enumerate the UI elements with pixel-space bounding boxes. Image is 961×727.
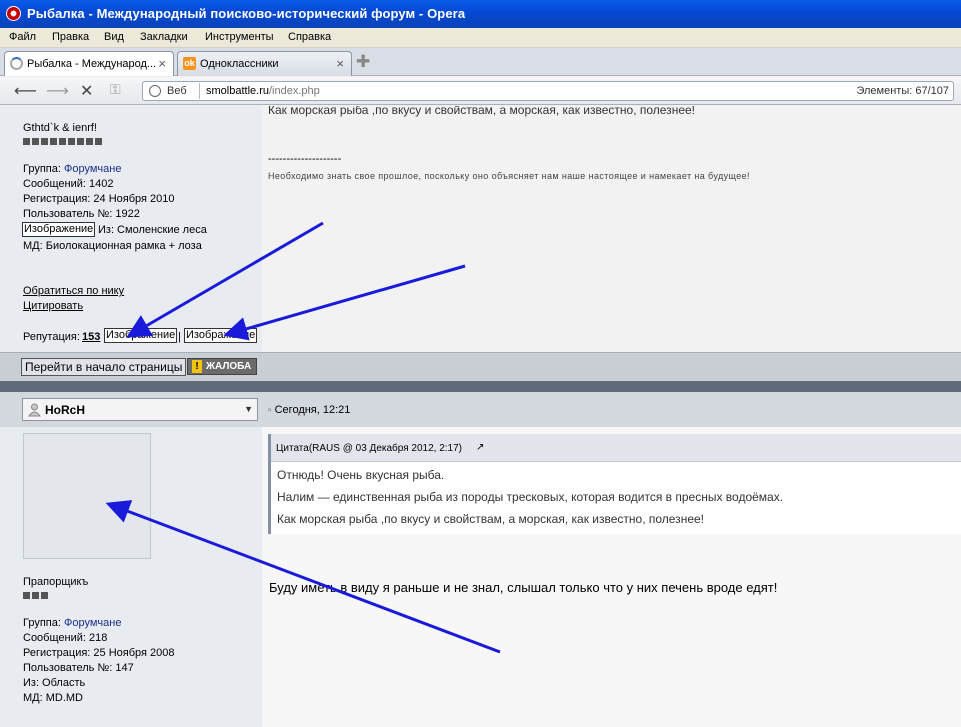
quote-jump-icon[interactable]: ↗ (476, 442, 484, 453)
group-label: Группа: (23, 617, 61, 629)
url-path: /index.php (268, 85, 320, 97)
tab-bar: Рыбалка - Международ... × ok Одноклассни… (0, 48, 961, 76)
username: HoRcH (45, 403, 86, 417)
key-icon[interactable]: ⚿ (110, 81, 121, 98)
menu-tools[interactable]: Инструменты (205, 31, 274, 43)
menu-help[interactable]: Справка (288, 31, 331, 43)
document-icon: ▫ (268, 405, 272, 416)
opera-logo-icon (6, 6, 21, 21)
quote-line: Отнюдь! Очень вкусная рыба. (277, 468, 445, 482)
post2-text: Буду иметь в виду я раньше и не знал, сл… (269, 580, 778, 595)
post1-signature: Необходимо знать свое прошлое, поскольку… (268, 171, 750, 181)
post1-body (262, 106, 961, 352)
scheme-label: Веб (167, 85, 187, 97)
user2-rank: Прапорщикъ (23, 576, 89, 588)
globe-icon (149, 85, 161, 97)
window-titlebar: Рыбалка - Международный поисково-историч… (0, 0, 961, 28)
tab-fishing[interactable]: Рыбалка - Международ... × (4, 51, 174, 76)
user2-rank-pips (23, 592, 48, 599)
quote-header: Цитата(RAUS @ 03 Декабря 2012, 2:17) ↗ (271, 434, 961, 462)
quote-body: Отнюдь! Очень вкусная рыба. Налим — един… (271, 462, 961, 534)
complain-button[interactable]: ! ЖАЛОБА (187, 358, 257, 375)
group-label: Группа: (23, 163, 61, 175)
post-divider (0, 381, 961, 392)
quote-link[interactable]: Цитировать (23, 300, 83, 312)
menu-bookmarks[interactable]: Закладки (140, 31, 188, 43)
address-separator (199, 83, 200, 99)
menu-view[interactable]: Вид (104, 31, 124, 43)
odnoklassniki-icon: ok (183, 57, 196, 70)
user1-registered: Регистрация: 24 Ноября 2010 (23, 193, 175, 205)
url-host: smolbattle.ru (206, 85, 269, 97)
tab-odnoklassniki[interactable]: ok Одноклассники × (177, 51, 352, 76)
user2-group: Группа: Форумчане (23, 617, 121, 629)
user1-from: Из: Смоленские леса (98, 224, 207, 236)
close-icon[interactable]: × (158, 56, 166, 71)
post1-text: Как морская рыба ,по вкусу и свойствам, … (268, 106, 695, 117)
user1-md: МД: Биолокационная рамка + лоза (23, 240, 202, 252)
menu-edit[interactable]: Правка (52, 31, 89, 43)
user2-messages: Сообщений: 218 (23, 632, 108, 644)
new-tab-icon[interactable]: ✚ (356, 52, 370, 72)
user1-group: Группа: Форумчане (23, 163, 121, 175)
chevron-down-icon: ▼ (244, 404, 253, 414)
user2-number: Пользователь №: 147 (23, 662, 134, 674)
tab-label: Одноклассники (200, 58, 279, 70)
username-dropdown[interactable]: HoRcH ▼ (22, 398, 258, 421)
post-actions-bar: Перейти в начало страницы ! ЖАЛОБА (0, 352, 961, 381)
group-name[interactable]: Форумчане (64, 163, 121, 175)
go-to-top-button[interactable]: Перейти в начало страницы (21, 358, 187, 376)
warning-icon: ! (192, 360, 202, 373)
user-icon (28, 403, 41, 417)
tab-label: Рыбалка - Международ... (27, 58, 157, 70)
quote-block: Цитата(RAUS @ 03 Декабря 2012, 2:17) ↗ О… (268, 434, 961, 534)
reputation-up-image[interactable]: Изображение (104, 328, 178, 343)
navigation-bar: ⟵ ⟶ ✕ ⚿ Веб smolbattle.ru/index.php Элем… (0, 77, 961, 105)
quote-header-text: Цитата(RAUS @ 03 Декабря 2012, 2:17) (276, 443, 463, 454)
reply-by-nick-link[interactable]: Обратиться по нику (23, 285, 124, 297)
avatar (23, 433, 151, 559)
loading-icon (10, 57, 23, 70)
menu-file[interactable]: Файл (9, 31, 36, 43)
post2-header: HoRcH ▼ ▫ Сегодня, 12:21 (0, 392, 961, 427)
user1-number: Пользователь №: 1922 (23, 208, 140, 220)
forward-icon[interactable]: ⟶ (46, 81, 69, 101)
reputation-down-image[interactable]: Изображение (184, 328, 258, 343)
user1-image-placeholder: Изображение (22, 222, 96, 237)
post2-date-text: Сегодня, 12:21 (274, 404, 351, 416)
post2-date: ▫ Сегодня, 12:21 (268, 404, 350, 416)
quote-line: Налим — единственная рыба из породы трес… (277, 490, 784, 504)
user1-rank: Gthtd`k & ienrf! (23, 122, 97, 134)
window-title: Рыбалка - Международный поисково-историч… (27, 6, 466, 21)
user2-md: МД: MD.MD (23, 692, 83, 704)
user2-registered: Регистрация: 25 Ноября 2008 (23, 647, 175, 659)
page-content: Как морская рыба ,по вкусу и свойствам, … (0, 106, 961, 727)
address-bar[interactable]: Веб smolbattle.ru/index.php Элементы: 67… (142, 81, 954, 101)
user2-from: Из: Область (23, 677, 86, 689)
complain-label: ЖАЛОБА (206, 361, 252, 372)
signature-separator: -------------------- (268, 153, 342, 165)
reputation-label: Репутация: (23, 331, 80, 343)
reputation-separator: | (178, 331, 181, 343)
quote-line: Как морская рыба ,по вкусу и свойствам, … (277, 512, 704, 526)
group-name[interactable]: Форумчане (64, 617, 121, 629)
reputation-value[interactable]: 153 (82, 331, 100, 343)
address-url[interactable]: smolbattle.ru/index.php (206, 85, 320, 97)
user1-messages: Сообщений: 1402 (23, 178, 114, 190)
back-icon[interactable]: ⟵ (14, 81, 37, 101)
menu-bar: Файл Правка Вид Закладки Инструменты Спр… (0, 28, 961, 48)
close-icon[interactable]: × (336, 56, 344, 71)
stop-icon[interactable]: ✕ (80, 81, 93, 101)
user1-rank-pips (23, 138, 102, 145)
elements-counter: Элементы: 67/107 (856, 85, 949, 97)
